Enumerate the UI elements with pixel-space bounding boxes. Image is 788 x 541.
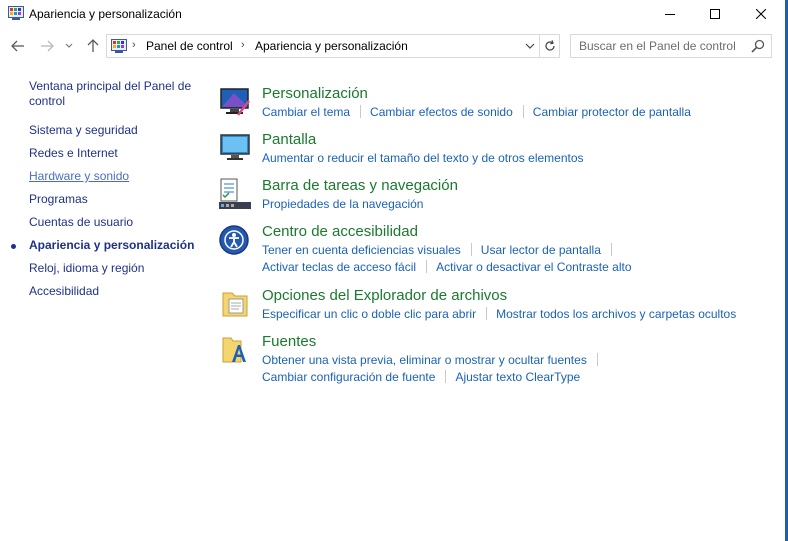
task-row: Aumentar o reducir el tamaño del texto y…: [262, 151, 584, 165]
sidebar-item-network-internet[interactable]: Redes e Internet: [29, 146, 118, 161]
breadcrumb-separator-icon[interactable]: ›: [241, 39, 245, 51]
category-title[interactable]: Barra de tareas y navegación: [262, 177, 458, 194]
category-title[interactable]: Opciones del Explorador de archivos: [262, 287, 507, 304]
active-bullet-icon: [11, 244, 16, 249]
sidebar-item-user-accounts[interactable]: Cuentas de usuario: [29, 215, 133, 230]
task-link[interactable]: Obtener una vista previa, eliminar o mos…: [262, 353, 587, 367]
back-button[interactable]: [9, 37, 27, 55]
separator: [610, 243, 612, 256]
close-button[interactable]: [738, 0, 784, 28]
personalization-icon: [218, 85, 252, 119]
maximize-icon: [710, 9, 720, 19]
navigation-bar: › Panel de control › Apariencia y person…: [0, 33, 785, 59]
task-link[interactable]: Usar lector de pantalla: [481, 243, 601, 257]
recent-locations-button[interactable]: [63, 37, 75, 55]
maximize-button[interactable]: [692, 0, 738, 28]
task-link[interactable]: Cambiar protector de pantalla: [533, 105, 691, 119]
control-panel-icon: [8, 6, 24, 20]
task-row: Tener en cuenta deficiencias visuales Usa…: [262, 243, 621, 257]
search-placeholder: Buscar en el Panel de control: [579, 39, 736, 53]
control-panel-icon: [111, 39, 127, 53]
sidebar-item-accessibility[interactable]: Accesibilidad: [29, 284, 99, 299]
sidebar-item-control-panel-home[interactable]: Ventana principal del Panel de control: [29, 79, 199, 109]
task-link[interactable]: Mostrar todos los archivos y carpetas oc…: [496, 307, 736, 321]
refresh-icon: [545, 40, 555, 51]
breadcrumb-control-panel[interactable]: Panel de control: [146, 39, 233, 53]
ease-of-access-icon: [218, 223, 252, 257]
task-row: Obtener una vista previa, eliminar o mos…: [262, 353, 607, 367]
refresh-button[interactable]: [539, 35, 560, 57]
category-title[interactable]: Personalización: [262, 85, 368, 102]
sidebar-item-hardware-sound[interactable]: Hardware y sonido: [29, 169, 129, 184]
category-title[interactable]: Pantalla: [262, 131, 316, 148]
chevron-down-icon: [525, 43, 535, 49]
fonts-icon: [218, 333, 252, 367]
task-row: Cambiar el tema Cambiar efectos de sonido…: [262, 105, 691, 119]
forward-button[interactable]: [38, 37, 56, 55]
arrow-right-icon: [41, 40, 54, 52]
task-link[interactable]: Cambiar efectos de sonido: [370, 105, 513, 119]
task-link[interactable]: Cambiar el tema: [262, 105, 350, 119]
task-link[interactable]: Activar o desactivar el Contraste alto: [436, 260, 631, 274]
task-link[interactable]: Tener en cuenta deficiencias visuales: [262, 243, 461, 257]
arrow-up-icon: [87, 39, 99, 52]
taskbar-icon: [218, 177, 252, 211]
close-icon: [756, 9, 766, 19]
category-title[interactable]: Fuentes: [262, 333, 316, 350]
folder-options-icon: [218, 287, 252, 321]
arrow-left-icon: [11, 40, 24, 52]
separator: [426, 260, 428, 273]
sidebar-item-system-security[interactable]: Sistema y seguridad: [29, 123, 138, 138]
separator: [486, 307, 488, 320]
task-link[interactable]: Activar teclas de acceso fácil: [262, 260, 416, 274]
separator: [470, 243, 472, 256]
minimize-button[interactable]: [647, 0, 693, 28]
separator: [522, 105, 524, 118]
display-icon: [218, 131, 252, 165]
window-title: Apariencia y personalización: [29, 7, 182, 21]
up-button[interactable]: [84, 37, 102, 55]
task-link[interactable]: Cambiar configuración de fuente: [262, 370, 435, 384]
minimize-icon: [665, 14, 675, 15]
task-link[interactable]: Aumentar o reducir el tamaño del texto y…: [262, 151, 584, 165]
sidebar-item-appearance[interactable]: Apariencia y personalización: [29, 238, 194, 253]
task-link[interactable]: Propiedades de la navegación: [262, 197, 423, 211]
separator: [445, 370, 447, 383]
task-link[interactable]: Especificar un clic o doble clic para ab…: [262, 307, 476, 321]
separator: [596, 353, 598, 366]
task-row: Cambiar configuración de fuente Ajustar t…: [262, 370, 580, 384]
breadcrumb-separator-icon[interactable]: ›: [132, 39, 136, 51]
search-icon[interactable]: [751, 39, 765, 53]
task-row: Propiedades de la navegación: [262, 197, 423, 211]
category-title[interactable]: Centro de accesibilidad: [262, 223, 418, 240]
chevron-down-icon: [65, 43, 73, 48]
title-bar: Apariencia y personalización: [0, 0, 785, 28]
sidebar-item-clock-language-region[interactable]: Reloj, idioma y región: [29, 261, 144, 276]
breadcrumb-appearance[interactable]: Apariencia y personalización: [255, 39, 408, 53]
address-dropdown-button[interactable]: [522, 38, 538, 54]
separator: [360, 105, 362, 118]
address-bar[interactable]: › Panel de control › Apariencia y person…: [106, 34, 560, 58]
search-input[interactable]: Buscar en el Panel de control: [570, 34, 772, 58]
task-link[interactable]: Ajustar texto ClearType: [455, 370, 580, 384]
task-row: Especificar un clic o doble clic para ab…: [262, 307, 736, 321]
task-row: Activar teclas de acceso fácil Activar o …: [262, 260, 632, 274]
sidebar-item-programs[interactable]: Programas: [29, 192, 88, 207]
